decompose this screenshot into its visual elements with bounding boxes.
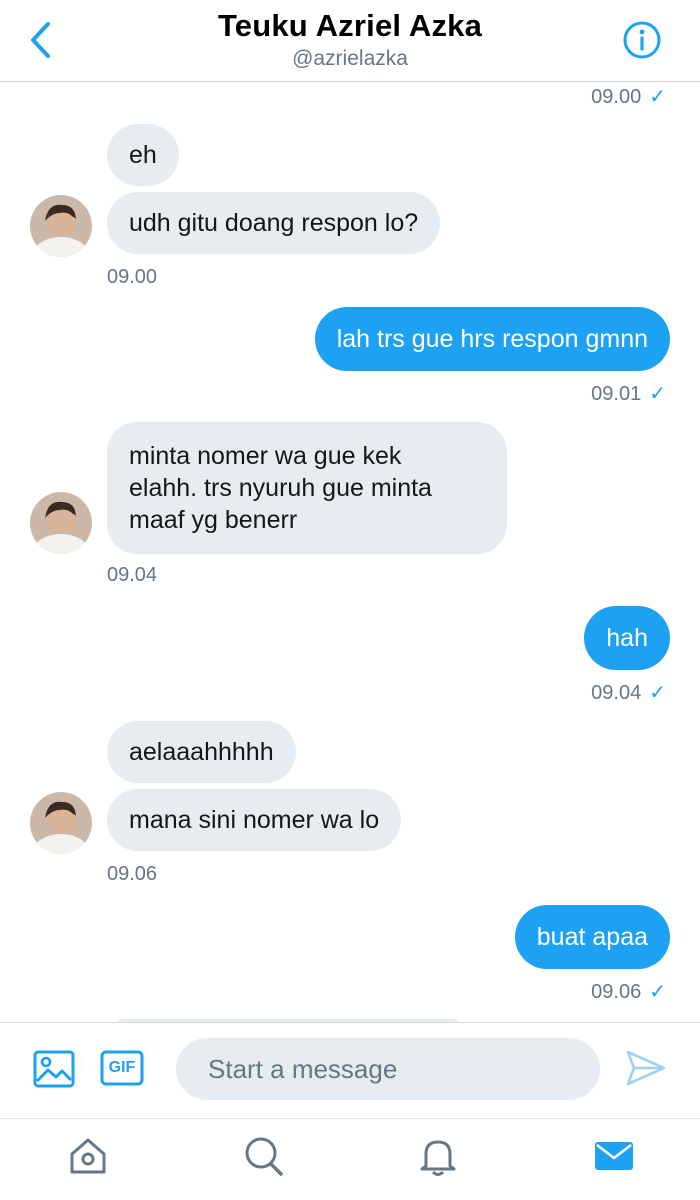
message-timestamp: 09.01 ✓ <box>591 383 666 405</box>
info-button[interactable] <box>620 18 664 62</box>
avatar-photo <box>30 792 92 854</box>
tab-notifications[interactable] <box>414 1132 462 1180</box>
tab-home[interactable] <box>64 1132 112 1180</box>
read-check-icon: ✓ <box>649 981 666 1003</box>
incoming-message[interactable]: minta nomer wa gue kek elahh. trs nyuruh… <box>107 422 507 554</box>
tab-messages[interactable] <box>590 1132 638 1180</box>
outgoing-message[interactable]: hah <box>584 606 670 670</box>
read-check-icon: ✓ <box>649 86 666 108</box>
message-line: elahh. trs nyuruh gue minta <box>129 474 432 502</box>
send-button[interactable] <box>624 1046 668 1090</box>
notifications-icon <box>420 1140 456 1176</box>
message-line: maaf yg benerr <box>129 506 298 534</box>
image-icon <box>33 1050 75 1088</box>
message-input[interactable] <box>176 1038 600 1100</box>
incoming-message[interactable]: aelaaahhhhh <box>107 721 296 783</box>
messages-icon <box>595 1142 633 1170</box>
tab-search[interactable] <box>239 1132 287 1180</box>
add-gif-button[interactable]: GIF <box>100 1050 144 1086</box>
search-icon <box>245 1137 283 1176</box>
avatar-photo <box>30 492 92 554</box>
read-check-icon: ✓ <box>649 682 666 704</box>
incoming-message[interactable]: eh <box>107 124 179 186</box>
message-timestamp: 09.06 <box>107 863 158 885</box>
message-timestamp: 09.04 ✓ <box>591 682 666 704</box>
avatar[interactable] <box>30 195 92 257</box>
info-icon <box>623 21 661 59</box>
outgoing-message[interactable]: lah trs gue hrs respon gmnn <box>314 307 670 371</box>
contact-handle: @azrielazka <box>292 47 408 70</box>
incoming-message[interactable]: udh gitu doang respon lo? <box>107 192 441 254</box>
message-timestamp: 09.04 <box>107 564 158 586</box>
send-icon <box>626 1050 666 1086</box>
contact-name[interactable]: Teuku Azriel Azka <box>0 8 700 44</box>
message-timestamp: 09.00 ✓ <box>591 86 666 108</box>
conversation-header: Teuku Azriel Azka @azrielazka <box>0 0 700 82</box>
outgoing-message[interactable]: buat apaa <box>514 905 670 969</box>
message-line: minta nomer wa gue kek <box>129 442 402 470</box>
avatar[interactable] <box>30 792 92 854</box>
add-media-button[interactable] <box>32 1047 76 1091</box>
message-timestamp: 09.06 ✓ <box>591 981 666 1003</box>
avatar-photo <box>30 195 92 257</box>
home-icon <box>70 1138 106 1174</box>
message-timestamp: 09.00 <box>107 266 158 288</box>
incoming-message[interactable]: mana sini nomer wa lo <box>107 789 402 851</box>
avatar[interactable] <box>30 492 92 554</box>
gif-label: GIF <box>108 1059 136 1076</box>
read-check-icon: ✓ <box>649 383 666 405</box>
